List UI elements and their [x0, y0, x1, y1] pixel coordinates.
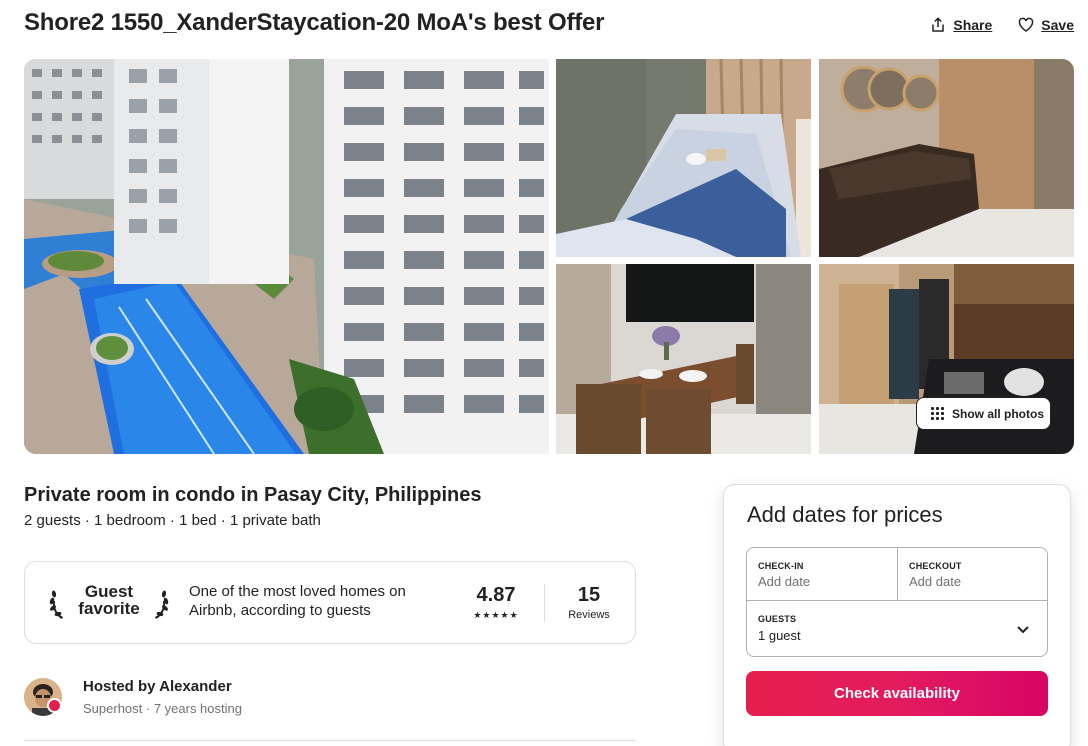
listing-meta: 2 guests · 1 bedroom · 1 bed · 1 private…: [24, 512, 321, 529]
booking-card: Add dates for prices CHECK-IN Add date C…: [723, 484, 1071, 746]
host-name: Hosted by Alexander: [83, 678, 232, 695]
checkin-field[interactable]: CHECK-IN Add date: [747, 548, 898, 600]
share-icon: [932, 17, 945, 32]
checkin-value: Add date: [758, 574, 811, 589]
heart-icon: [1019, 17, 1034, 32]
guests-select[interactable]: GUESTS 1 guest: [747, 600, 1047, 656]
reviews-link[interactable]: 15 Reviews: [559, 584, 619, 621]
guest-favorite-line2: favorite: [78, 599, 140, 618]
show-all-photos-button[interactable]: Show all photos: [916, 397, 1051, 430]
divider: [544, 584, 545, 622]
show-all-photos-label: Show all photos: [952, 406, 1044, 421]
checkout-label: CHECKOUT: [909, 561, 962, 571]
checkin-label: CHECK-IN: [758, 561, 804, 571]
host-meta: Superhost · 7 years hosting: [83, 701, 242, 716]
rating: 4.87 ★★★★★: [465, 584, 527, 621]
photo-gallery: Show all photos: [24, 59, 1074, 454]
share-label: Share: [953, 17, 993, 33]
share-button[interactable]: Share: [930, 17, 992, 33]
divider: [24, 740, 636, 741]
listing-title: Shore2 1550_XanderStaycation-20 MoA's be…: [24, 9, 605, 36]
reviews-count: 15: [577, 584, 601, 606]
guest-favorite-card[interactable]: Guest favorite One of the most loved hom…: [24, 561, 636, 644]
laurel-right-icon: [155, 590, 169, 619]
chevron-down-icon: [1017, 626, 1029, 634]
listing-type: Private room in condo in Pasay City, Phi…: [24, 484, 482, 506]
guest-favorite-line1: Guest: [84, 582, 134, 601]
rating-value: 4.87: [476, 584, 516, 606]
rating-stars-icon: ★★★★★: [473, 610, 519, 620]
photo-living-room[interactable]: [819, 59, 1074, 257]
guest-favorite-description: One of the most loved homes on Airbnb, a…: [189, 583, 406, 619]
reviews-label: Reviews: [568, 609, 610, 621]
date-guest-picker: CHECK-IN Add date CHECKOUT Add date GUES…: [746, 547, 1048, 657]
photo-bedroom[interactable]: [556, 59, 811, 257]
superhost-badge-icon: [47, 698, 62, 713]
checkout-field[interactable]: CHECKOUT Add date: [898, 548, 1048, 600]
guest-favorite-badge: Guest favorite: [49, 580, 169, 620]
booking-title: Add dates for prices: [747, 502, 943, 527]
grid-icon: [931, 407, 944, 420]
photo-main-pool[interactable]: [24, 59, 549, 454]
laurel-left-icon: [49, 590, 63, 619]
save-label: Save: [1041, 17, 1074, 33]
guests-value: 1 guest: [758, 628, 801, 643]
photo-dining[interactable]: [556, 264, 811, 454]
save-button[interactable]: Save: [1018, 17, 1074, 33]
top-actions: Share Save: [930, 17, 1074, 33]
check-availability-button[interactable]: Check availability: [746, 671, 1048, 716]
guests-label: GUESTS: [758, 614, 797, 624]
checkout-value: Add date: [909, 574, 962, 589]
